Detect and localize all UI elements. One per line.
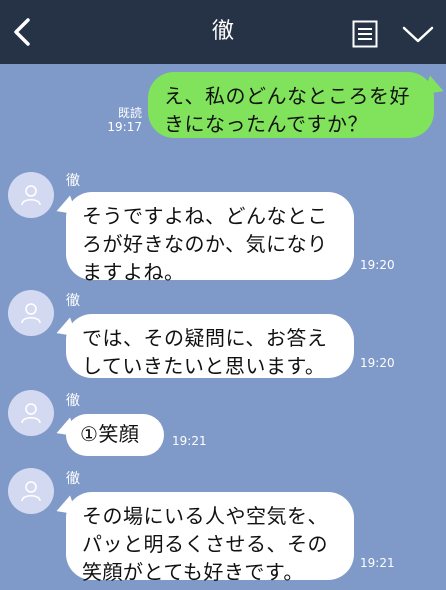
user-icon: [21, 303, 41, 324]
outgoing-message-bubble[interactable]: え、私のどんなところを好 きになったんですか？: [148, 72, 434, 138]
incoming-message-bubble[interactable]: では、その疑問に、お答え していきたいと思います。: [66, 314, 354, 378]
message-time: 19:21: [360, 556, 395, 570]
incoming-message-bubble[interactable]: その場にいる人や空気を、 パッと明るくさせる、その 笑顔がとても好きです。: [66, 492, 354, 584]
user-icon: [21, 403, 41, 424]
list-icon: [352, 20, 378, 48]
expand-button[interactable]: [402, 26, 434, 44]
menu-button[interactable]: [352, 20, 378, 48]
incoming-message-bubble[interactable]: ①笑顔: [66, 414, 164, 456]
avatar[interactable]: [8, 468, 54, 514]
message-time: 19:21: [172, 434, 207, 448]
read-receipt: 既読 19:17: [106, 106, 142, 134]
read-label: 既読: [117, 106, 142, 120]
user-icon: [21, 185, 41, 206]
chevron-down-icon: [402, 26, 434, 43]
avatar[interactable]: [8, 290, 54, 336]
sender-name: 徹: [66, 471, 80, 487]
message-time: 19:17: [107, 120, 142, 134]
incoming-message-bubble[interactable]: そうですよね、どんなとこ ろが好きなのか、気になり ますよね。: [66, 192, 354, 284]
user-icon: [21, 481, 41, 502]
chat-header: 徹: [0, 0, 446, 64]
message-time: 19:20: [360, 356, 395, 370]
avatar[interactable]: [8, 390, 54, 436]
sender-name: 徹: [66, 393, 80, 409]
sender-name: 徹: [66, 293, 80, 309]
avatar[interactable]: [8, 172, 54, 218]
message-time: 19:20: [360, 258, 395, 272]
sender-name: 徹: [66, 173, 80, 189]
chat-title: 徹: [211, 19, 234, 44]
